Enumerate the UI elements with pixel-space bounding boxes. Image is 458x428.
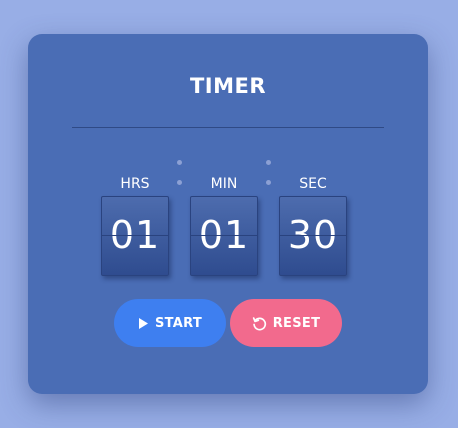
seconds-display: 30 — [279, 196, 347, 276]
minutes-display: 01 — [190, 196, 258, 276]
separator-dot — [177, 180, 182, 185]
seconds-label: SEC — [299, 176, 327, 192]
separator-dot — [177, 160, 182, 165]
reset-button-label: RESET — [272, 315, 321, 331]
minutes-unit: MIN 01 — [187, 174, 261, 276]
timer-card: TIMER HRS 01 MIN 01 SEC 30 START RESET — [28, 34, 428, 394]
hours-unit: HRS 01 — [98, 174, 172, 276]
hours-label: HRS — [120, 176, 150, 192]
minutes-label: MIN — [210, 176, 238, 192]
separator-dot — [266, 180, 271, 185]
reset-icon — [252, 316, 267, 331]
minutes-value: 01 — [198, 213, 250, 257]
start-button[interactable]: START — [114, 299, 226, 347]
separator-dot — [266, 160, 271, 165]
seconds-unit: SEC 30 — [276, 174, 350, 276]
play-icon — [138, 317, 149, 330]
seconds-value: 30 — [287, 213, 339, 257]
title-divider — [72, 127, 384, 128]
reset-button[interactable]: RESET — [230, 299, 342, 347]
start-button-label: START — [154, 315, 203, 331]
hours-value: 01 — [109, 213, 161, 257]
hours-display: 01 — [101, 196, 169, 276]
timer-title: TIMER — [189, 74, 267, 98]
